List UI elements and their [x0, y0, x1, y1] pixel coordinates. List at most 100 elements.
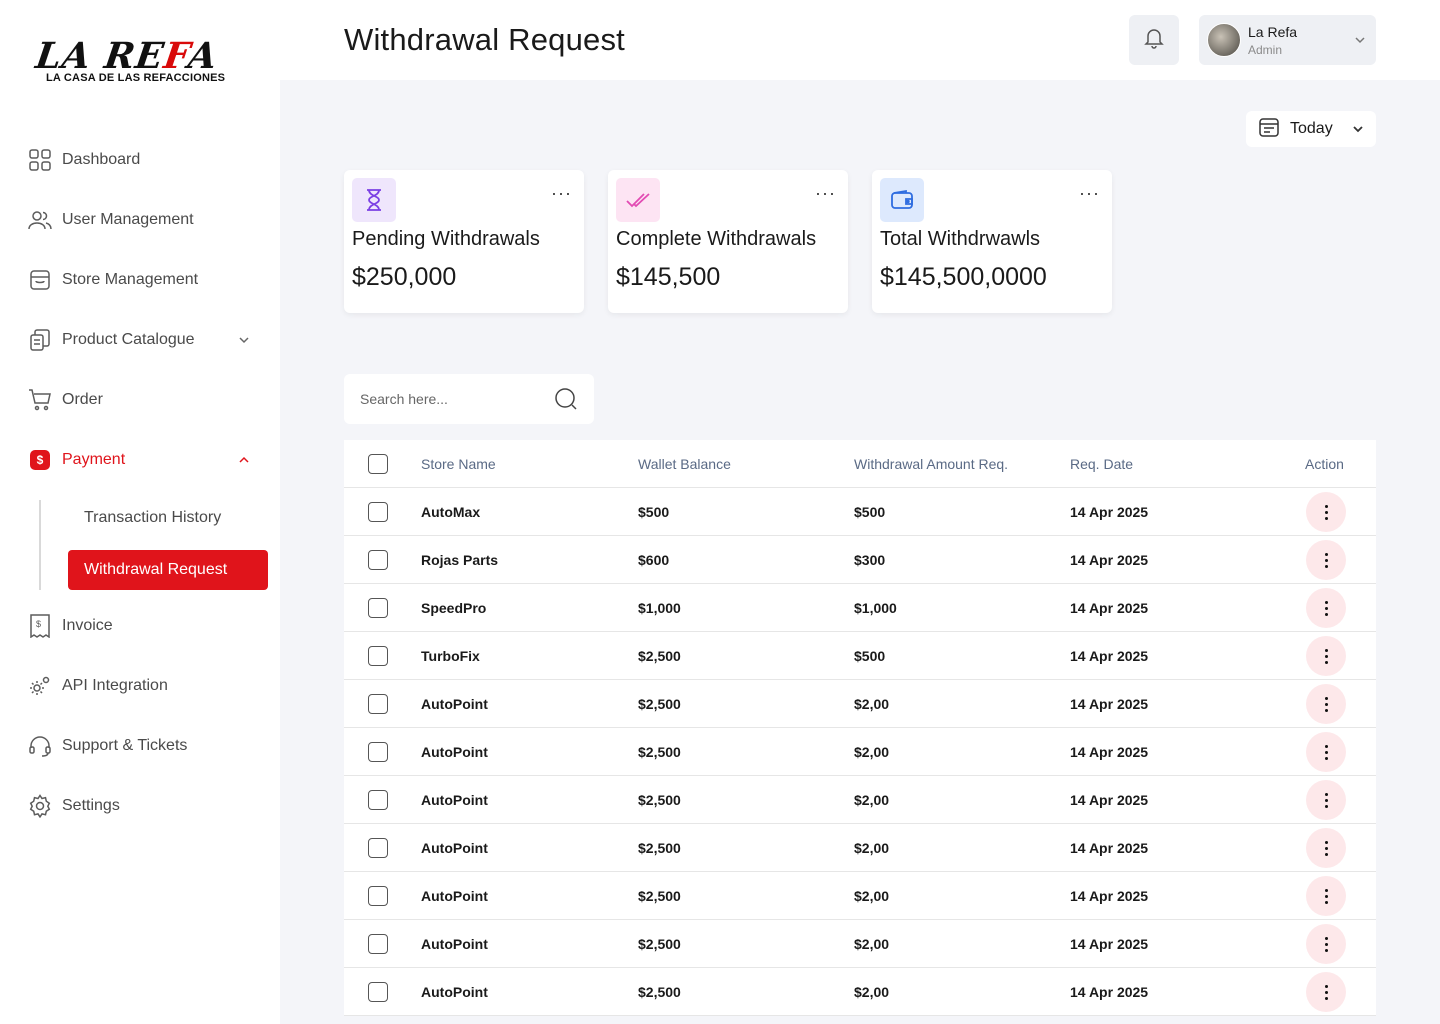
wallet-balance-cell: $2,500: [638, 840, 681, 856]
sidebar-item-product-catalogue[interactable]: Product Catalogue: [28, 326, 256, 354]
catalogue-icon: [28, 328, 52, 352]
row-action-button[interactable]: [1306, 684, 1346, 724]
card-value: $145,500: [616, 263, 721, 291]
sidebar-item-payment[interactable]: $ Payment: [28, 446, 256, 474]
chevron-down-icon: [238, 333, 250, 351]
row-checkbox[interactable]: [368, 646, 388, 666]
sidebar-item-dashboard[interactable]: Dashboard: [28, 146, 256, 174]
row-checkbox[interactable]: [368, 982, 388, 1002]
request-date-cell: 14 Apr 2025: [1070, 936, 1149, 952]
grid-icon: [28, 148, 52, 172]
notifications-button[interactable]: [1129, 15, 1179, 65]
store-name-cell: TurboFix: [421, 648, 480, 664]
sidebar-item-store-management[interactable]: Store Management: [28, 266, 256, 294]
wallet-balance-cell: $2,500: [638, 744, 681, 760]
row-checkbox[interactable]: [368, 934, 388, 954]
kebab-menu-icon: [1324, 744, 1328, 760]
store-name-cell: AutoPoint: [421, 840, 488, 856]
chevron-up-icon: [238, 453, 250, 471]
card-title: Pending Withdrawals: [352, 228, 540, 250]
logo-wordmark: LA REFA: [33, 35, 221, 77]
calendar-icon: [1258, 116, 1280, 143]
sidebar-item-support-tickets[interactable]: Support & Tickets: [28, 732, 256, 760]
row-action-button[interactable]: [1306, 828, 1346, 868]
column-header-action: Action: [1305, 456, 1344, 472]
kebab-menu-icon: [1324, 888, 1328, 904]
store-icon: [28, 268, 52, 292]
card-value: $145,500,0000: [880, 263, 1047, 291]
row-checkbox[interactable]: [368, 502, 388, 522]
row-action-button[interactable]: [1306, 732, 1346, 772]
headset-icon: [28, 734, 52, 758]
row-checkbox[interactable]: [368, 598, 388, 618]
submenu-guide-line: [39, 500, 41, 590]
store-name-cell: AutoPoint: [421, 888, 488, 904]
date-filter-label: Today: [1290, 120, 1333, 137]
row-action-button[interactable]: [1306, 924, 1346, 964]
wallet-balance-cell: $2,500: [638, 792, 681, 808]
request-date-cell: 14 Apr 2025: [1070, 984, 1149, 1000]
withdrawal-amount-cell: $2,00: [854, 888, 890, 904]
search-input[interactable]: [344, 374, 544, 424]
select-all-checkbox[interactable]: [368, 454, 388, 474]
row-checkbox[interactable]: [368, 742, 388, 762]
page-title: Withdrawal Request: [344, 22, 625, 57]
sidebar-item-user-management[interactable]: User Management: [28, 206, 256, 234]
sidebar-item-label: Invoice: [62, 617, 113, 634]
withdrawal-amount-cell: $2,00: [854, 696, 890, 712]
kebab-menu-icon: [1324, 552, 1328, 568]
more-options-button[interactable]: ···: [1079, 184, 1100, 202]
more-options-button[interactable]: ···: [815, 184, 836, 202]
store-name-cell: AutoPoint: [421, 936, 488, 952]
request-date-cell: 14 Apr 2025: [1070, 504, 1149, 520]
withdrawal-amount-cell: $500: [854, 504, 886, 520]
sidebar-subitem-withdrawal-request[interactable]: Withdrawal Request: [68, 550, 268, 590]
sidebar-item-label: Store Management: [62, 271, 199, 288]
kebab-menu-icon: [1324, 792, 1328, 808]
wallet-icon: [880, 178, 924, 222]
row-checkbox[interactable]: [368, 694, 388, 714]
wallet-balance-cell: $2,500: [638, 936, 681, 952]
row-action-button[interactable]: [1306, 876, 1346, 916]
date-filter-dropdown[interactable]: Today: [1246, 111, 1376, 147]
row-action-button[interactable]: [1306, 780, 1346, 820]
row-action-button[interactable]: [1306, 540, 1346, 580]
withdrawal-table: Store Name Wallet Balance Withdrawal Amo…: [344, 440, 1376, 1016]
sidebar-item-invoice[interactable]: $ Invoice: [28, 612, 256, 640]
sidebar-item-settings[interactable]: Settings: [28, 792, 256, 820]
kebab-menu-icon: [1324, 936, 1328, 952]
sidebar-item-label: User Management: [62, 211, 194, 228]
row-action-button[interactable]: [1306, 588, 1346, 628]
user-menu[interactable]: La Refa Admin: [1199, 15, 1376, 65]
row-action-button[interactable]: [1306, 492, 1346, 532]
kebab-menu-icon: [1324, 984, 1328, 1000]
row-checkbox[interactable]: [368, 790, 388, 810]
table-row: Rojas Parts $600 $300 14 Apr 2025: [344, 536, 1376, 584]
table-row: AutoPoint $2,500 $2,00 14 Apr 2025: [344, 968, 1376, 1016]
table-row: AutoPoint $2,500 $2,00 14 Apr 2025: [344, 872, 1376, 920]
row-checkbox[interactable]: [368, 838, 388, 858]
request-date-cell: 14 Apr 2025: [1070, 840, 1149, 856]
search-icon[interactable]: [554, 387, 578, 416]
kebab-menu-icon: [1324, 504, 1328, 520]
wallet-balance-cell: $2,500: [638, 984, 681, 1000]
row-checkbox[interactable]: [368, 886, 388, 906]
kebab-menu-icon: [1324, 600, 1328, 616]
sidebar-item-label: Dashboard: [62, 151, 141, 168]
request-date-cell: 14 Apr 2025: [1070, 696, 1149, 712]
sidebar-subitem-transaction-history[interactable]: Transaction History: [84, 509, 221, 527]
row-action-button[interactable]: [1306, 636, 1346, 676]
row-checkbox[interactable]: [368, 550, 388, 570]
sidebar-item-label: API Integration: [62, 677, 168, 694]
sidebar-item-order[interactable]: Order: [28, 386, 256, 414]
stat-card-pending: ··· Pending Withdrawals $250,000: [344, 170, 584, 313]
sidebar-item-api-integration[interactable]: API Integration: [28, 672, 256, 700]
column-header-date: Req. Date: [1070, 456, 1134, 472]
request-date-cell: 14 Apr 2025: [1070, 600, 1149, 616]
column-header-amount: Withdrawal Amount Req.: [854, 456, 1009, 472]
user-name: La Refa: [1248, 24, 1298, 40]
more-options-button[interactable]: ···: [551, 184, 572, 202]
row-action-button[interactable]: [1306, 972, 1346, 1012]
brand-logo[interactable]: LA REFA LA CASA DE LAS REFACCIONES: [33, 35, 240, 90]
stat-card-total: ··· Total Withdrwawls $145,500,0000: [872, 170, 1112, 313]
